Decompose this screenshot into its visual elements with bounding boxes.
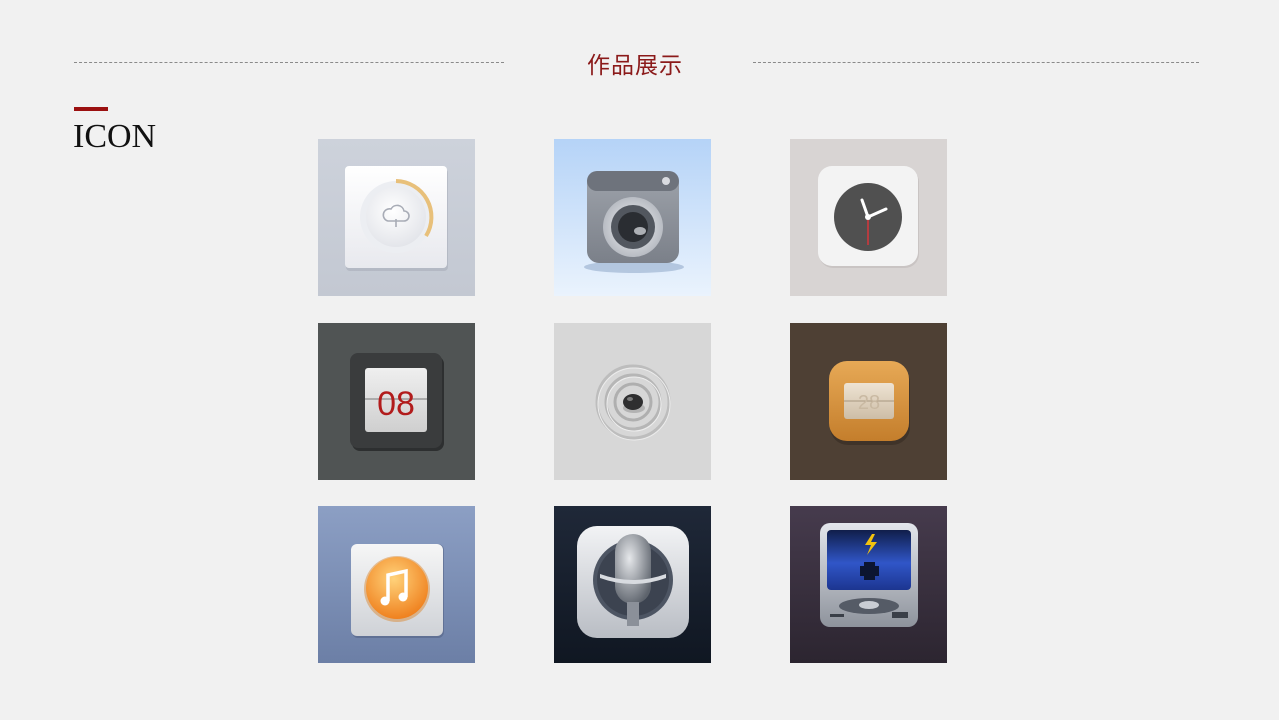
icon-tile-cloud-dial xyxy=(318,139,475,296)
flip-clock-icon: 08 xyxy=(318,323,475,480)
clock-icon xyxy=(790,139,947,296)
calendar-icon: 28 xyxy=(790,323,947,480)
icon-tile-clock xyxy=(790,139,947,296)
header-divider-left xyxy=(74,62,504,63)
icon-tile-battery-drive xyxy=(790,506,947,663)
music-note-icon xyxy=(318,506,475,663)
icon-tile-flip-clock: 08 xyxy=(318,323,475,480)
header-divider-right xyxy=(753,62,1199,63)
section-accent-bar xyxy=(74,107,108,111)
icon-tile-washing-machine xyxy=(554,139,711,296)
battery-drive-icon xyxy=(790,506,947,663)
ripple-stone-icon xyxy=(554,323,711,480)
icon-tile-music xyxy=(318,506,475,663)
section-title: ICON xyxy=(73,118,157,155)
calendar-day: 28 xyxy=(858,392,880,414)
cloud-dial-icon xyxy=(318,139,475,296)
microphone-icon xyxy=(554,506,711,663)
icon-tile-ripple-stone xyxy=(554,323,711,480)
icon-tile-calendar: 28 xyxy=(790,323,947,480)
icon-tile-microphone xyxy=(554,506,711,663)
flip-clock-digits: 08 xyxy=(377,385,415,423)
page-title: 作品展示 xyxy=(587,53,683,79)
washing-machine-icon xyxy=(554,139,711,296)
